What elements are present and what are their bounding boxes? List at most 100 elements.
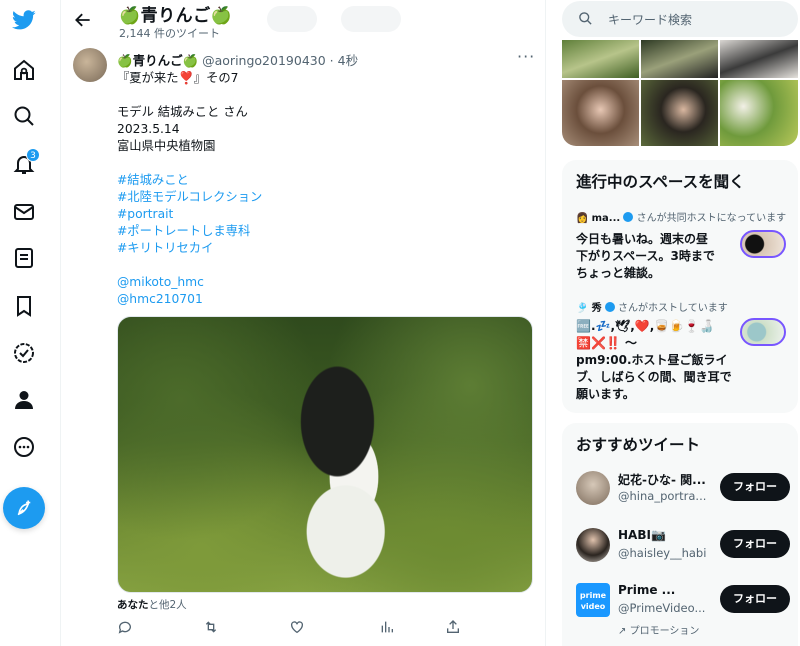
hashtag-link[interactable]: #北陸モデルコレクション (117, 189, 537, 206)
lists-icon[interactable] (8, 242, 40, 274)
mention-link[interactable]: @hmc210701 (117, 291, 537, 308)
promoted-icon: ↗ (618, 626, 627, 637)
spaces-title: 進行中のスペースを聞く (576, 173, 745, 191)
account-handle[interactable]: @PrimeVideo... (618, 601, 710, 615)
like-icon[interactable] (289, 619, 307, 637)
tweet-photo[interactable] (117, 316, 533, 593)
liked-by-rest: と他2人 (148, 599, 187, 611)
hashtag-link[interactable]: #結城みこと (117, 172, 537, 189)
media-thumbnail[interactable] (720, 40, 798, 78)
space-host-name: ma... (591, 213, 621, 224)
recommended-account[interactable]: 妃花-ひな- 関... @hina_portra... フォロー (576, 469, 792, 509)
space-listener-avatars[interactable] (740, 318, 786, 346)
recommended-account[interactable]: prime video Prime ... @PrimeVideo... フォロ… (576, 581, 792, 637)
tweet-line (117, 155, 537, 172)
profile-icon[interactable] (8, 384, 40, 416)
twitter-logo-icon[interactable] (8, 4, 40, 36)
space-host-line[interactable]: 👩 ma... さんが共同ホストになっています (576, 209, 786, 224)
account-name[interactable]: 妃花-ひな- 関... (618, 471, 710, 488)
home-icon[interactable] (8, 54, 40, 86)
media-thumbnail[interactable] (641, 80, 718, 146)
mention-link[interactable]: @mikoto_hmc (117, 274, 537, 291)
search-icon[interactable] (8, 100, 40, 132)
hashtag-link[interactable]: #ポートレートしま専科 (117, 223, 537, 240)
promotion-text: プロモーション (629, 626, 700, 637)
messages-icon[interactable] (8, 196, 40, 228)
logo-text: video (580, 602, 606, 611)
hashtag-link[interactable]: #キリトリセカイ (117, 240, 537, 257)
profile-media-grid (562, 40, 798, 146)
share-icon[interactable] (445, 619, 463, 637)
compose-tweet-button[interactable] (3, 487, 45, 529)
blurred-header-element (341, 6, 401, 32)
account-name[interactable]: Prime ... (618, 583, 710, 597)
follow-button[interactable]: フォロー (720, 585, 790, 613)
space-listener-avatars[interactable] (740, 230, 786, 258)
space-text-line: 願います。 (576, 387, 635, 401)
verified-badge-icon (604, 302, 615, 312)
space-text-line: 今日も暑いね。週末の昼 (576, 232, 709, 246)
host-avatar-icon: 🎐 (576, 303, 589, 314)
space-text-line: 下がりスペース。3時まで (576, 249, 715, 263)
notifications-icon[interactable]: 3 (8, 148, 40, 180)
author-handle[interactable]: @aoringo20190430 (202, 53, 326, 68)
left-nav: 3 (0, 0, 48, 646)
hashtag-link[interactable]: #portrait (117, 206, 537, 223)
tweet-line: 『夏が来た❣️』その7 (117, 71, 239, 85)
media-thumbnail[interactable] (641, 40, 718, 78)
space-text-line: ブ、しばらくの間、聞き耳で (576, 370, 732, 384)
tweet-count: 2,144 件のツイート (119, 27, 220, 40)
host-avatar-icon: 👩 (576, 213, 589, 224)
tweet-time[interactable]: · 4秒 (330, 53, 358, 68)
space-description[interactable]: 🆓.💤,🕊,❤️,🥃🍺🍷🍶 🈲❌‼️ 〜 pm9:00.ホスト昼ご飯ライ ブ、し… (576, 318, 732, 403)
space-host-name: 秀 (591, 303, 602, 314)
account-name[interactable]: HABI📷 (618, 528, 710, 542)
space-host-role: さんがホストしています (618, 303, 728, 314)
search-icon (579, 12, 592, 25)
page-title: 🍏青りんご🍏 (119, 6, 233, 26)
author-name[interactable]: 🍏青りんご🍏 (117, 53, 198, 68)
tweet-line: モデル 結城みこと さん (117, 105, 248, 119)
liked-by[interactable]: あなたと他2人 (117, 597, 187, 612)
feather-plus-icon (17, 500, 31, 516)
retweet-icon[interactable] (203, 619, 221, 637)
space-text-line: 🈲❌‼️ 〜 (576, 336, 638, 350)
space-text-line: 🆓.💤,🕊,❤️,🥃🍺🍷🍶 (576, 319, 715, 333)
space-host-role: さんが共同ホストになっています (636, 213, 787, 224)
search-box[interactable]: キーワード検索 (562, 1, 798, 37)
back-arrow-icon[interactable] (73, 10, 93, 30)
views-analytics-icon[interactable] (379, 619, 397, 637)
media-thumbnail[interactable] (562, 80, 639, 146)
author-avatar[interactable] (73, 48, 107, 82)
tweet-text: 『夏が来た❣️』その7 モデル 結城みこと さん 2023.5.14 富山県中央… (117, 70, 537, 308)
more-circle-icon[interactable] (8, 431, 40, 463)
account-handle[interactable]: @haisley__habi (618, 546, 710, 560)
recommended-account[interactable]: HABI📷 @haisley__habi フォロー (576, 526, 792, 566)
space-text-line: pm9:00.ホスト昼ご飯ライ (576, 353, 728, 367)
prime-video-logo-icon[interactable]: prime video (576, 583, 610, 617)
right-sidebar: キーワード検索 進行中のスペースを聞く 👩 ma... さんが共同ホストになって… (556, 0, 800, 646)
bookmarks-icon[interactable] (8, 290, 40, 322)
account-handle[interactable]: @hina_portra... (618, 489, 710, 503)
spaces-card: 進行中のスペースを聞く 👩 ma... さんが共同ホストになっています 今日も暑… (562, 160, 798, 413)
notification-badge: 3 (26, 148, 40, 162)
verified-badge-icon (623, 212, 634, 222)
media-thumbnail[interactable] (720, 80, 798, 146)
reply-icon[interactable] (117, 619, 135, 637)
main-timeline: 🍏青りんご🍏 2,144 件のツイート 🍏青りんご🍏 @aoringo20190… (60, 0, 546, 646)
tweet-line: 2023.5.14 (117, 122, 180, 136)
space-host-line[interactable]: 🎐 秀 さんがホストしています (576, 299, 728, 314)
logo-text: prime (579, 591, 607, 600)
space-description[interactable]: 今日も暑いね。週末の昼 下がりスペース。3時まで ちょっと雑談。 (576, 231, 715, 282)
more-options-icon[interactable]: ··· (517, 47, 535, 66)
verified-icon[interactable] (8, 337, 40, 369)
account-avatar[interactable] (576, 471, 610, 505)
follow-button[interactable]: フォロー (720, 473, 790, 501)
follow-button[interactable]: フォロー (720, 530, 790, 558)
media-thumbnail[interactable] (562, 40, 639, 78)
account-avatar[interactable] (576, 528, 610, 562)
top-bar: 🍏青りんご🍏 2,144 件のツイート (61, 0, 547, 42)
tweet-header: 🍏青りんご🍏 @aoringo20190430 · 4秒 (117, 50, 358, 69)
search-placeholder: キーワード検索 (608, 13, 693, 27)
